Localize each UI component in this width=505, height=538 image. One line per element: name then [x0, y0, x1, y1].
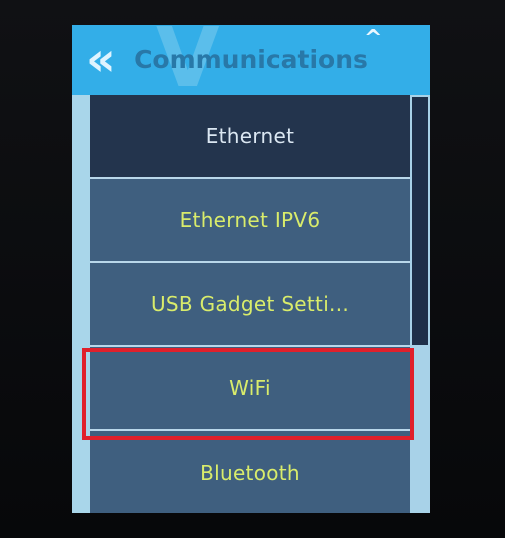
menu-item-bluetooth[interactable]: Bluetooth	[90, 431, 410, 513]
menu-item-ethernet[interactable]: Ethernet	[90, 95, 410, 179]
vertical-scrollbar[interactable]	[410, 95, 430, 513]
header-bar: « V Communications ^	[72, 25, 430, 100]
menu-item-label: Ethernet IPV6	[179, 208, 321, 232]
menu-item-label: Bluetooth	[200, 461, 300, 485]
menu-item-label: USB Gadget Setti...	[150, 292, 350, 316]
menu-item-label: Ethernet	[205, 124, 295, 148]
scrollbar-thumb[interactable]	[412, 97, 428, 345]
selection-highlight	[82, 348, 414, 440]
menu-item-ethernet-ipv6[interactable]: Ethernet IPV6	[90, 179, 410, 263]
menu-item-usb-gadget-settings[interactable]: USB Gadget Setti...	[90, 263, 410, 347]
menu-list: Ethernet Ethernet IPV6 USB Gadget Setti.…	[90, 95, 410, 513]
chevron-up-icon[interactable]: ^	[364, 28, 386, 50]
